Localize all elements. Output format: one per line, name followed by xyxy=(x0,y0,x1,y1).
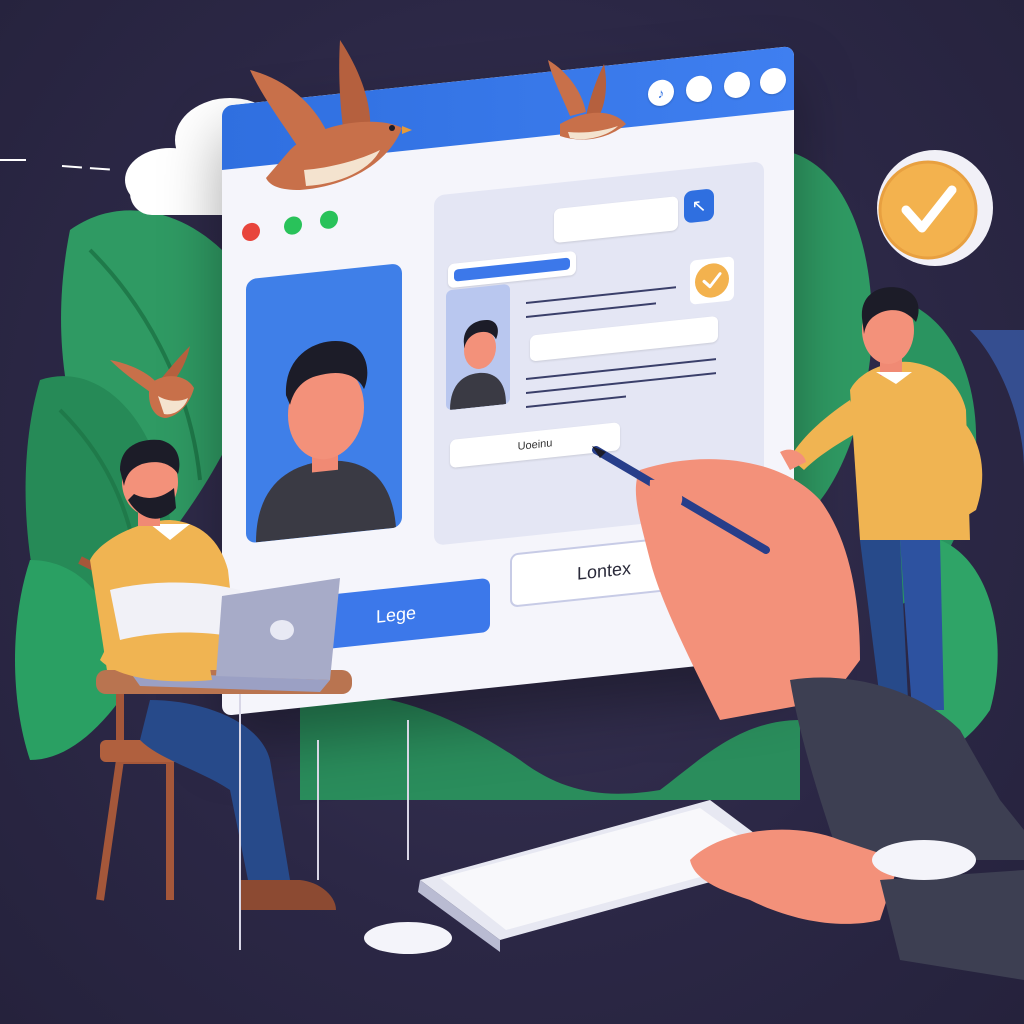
bird-top-right xyxy=(548,60,626,140)
seated-person xyxy=(78,439,352,950)
bird-top-left xyxy=(250,40,412,190)
mouse-left xyxy=(364,922,452,954)
mouse-right xyxy=(872,840,976,880)
foreground-layer xyxy=(78,40,1024,980)
illustration-scene: ♪ ↖ Uoeinu Lege Lontex xyxy=(0,0,1024,1024)
check-badge xyxy=(877,150,993,266)
bird-left xyxy=(110,346,194,418)
